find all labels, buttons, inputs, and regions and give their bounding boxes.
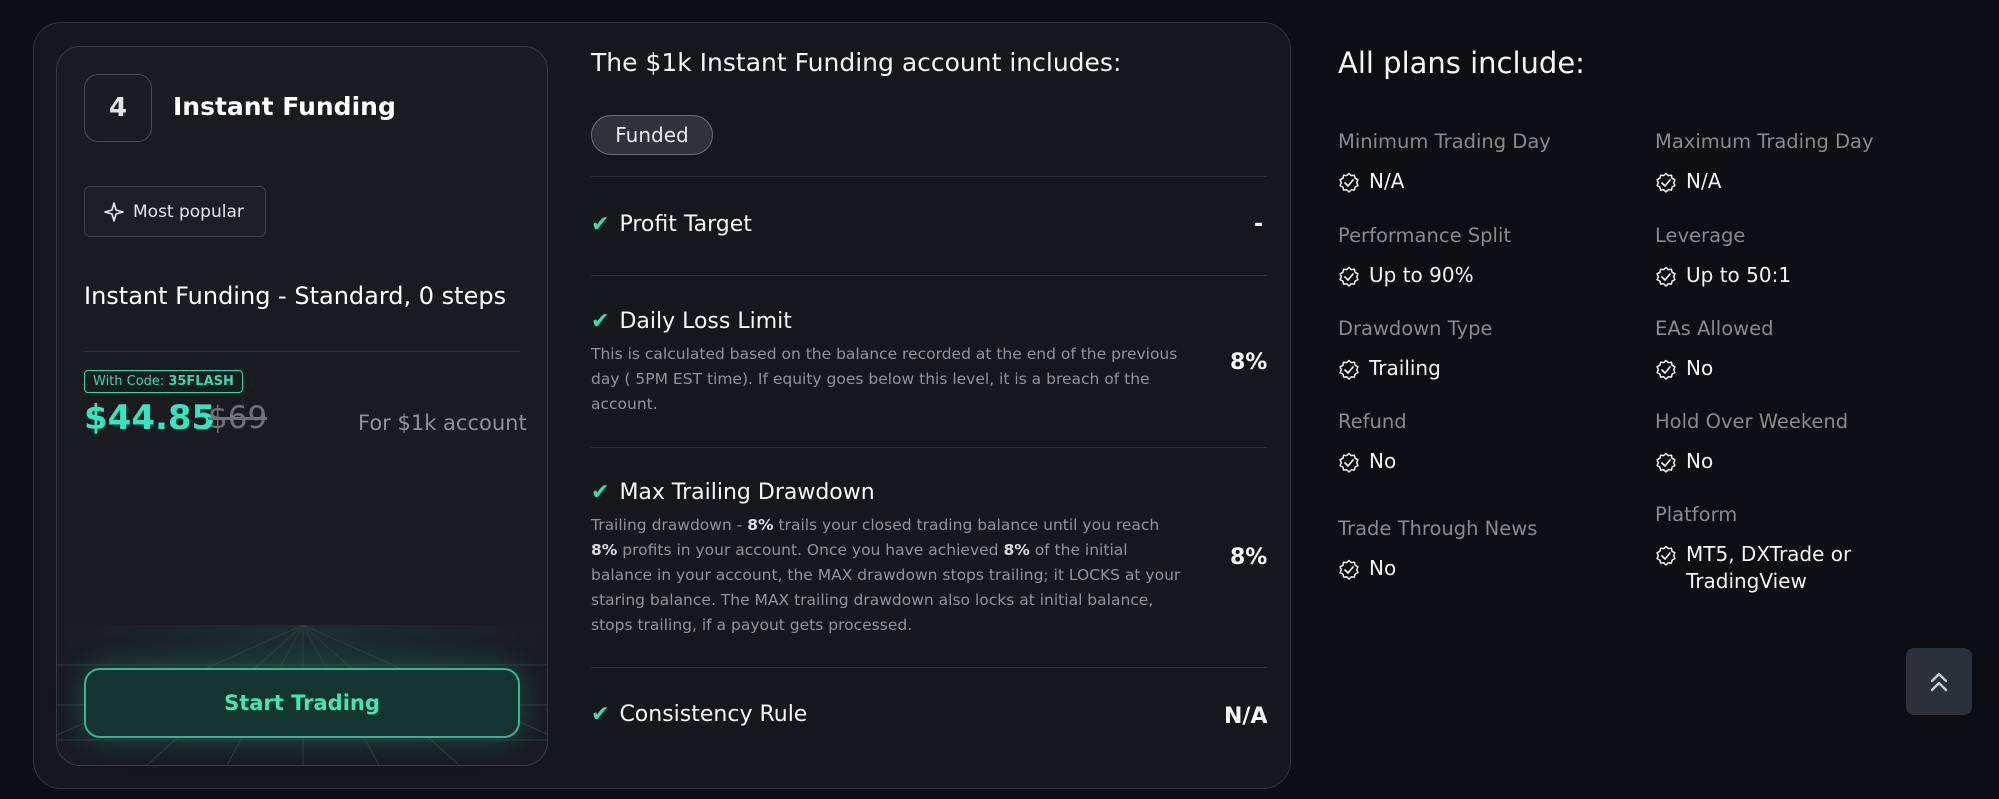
feature-value: Up to 50:1 [1655, 262, 1791, 289]
original-price: $69 [208, 400, 268, 436]
divider [591, 176, 1267, 177]
feature-label: Hold Over Weekend [1655, 410, 1849, 433]
most-popular-badge: Most popular [84, 186, 266, 237]
check-icon: ✔ [591, 480, 610, 505]
rule-row-consistency-rule: ✔ Consistency Rule [591, 702, 807, 727]
rule-row-max-trailing-drawdown: ✔ Max Trailing Drawdown [591, 480, 875, 505]
divider [84, 351, 520, 352]
feature-value: Up to 90% [1338, 262, 1474, 289]
includes-title: The $1k Instant Funding account includes… [591, 48, 1122, 77]
rule-value: 8% [1230, 545, 1268, 570]
check-circle-icon [1339, 172, 1359, 193]
plan-title: Instant Funding [173, 92, 396, 121]
feature-value: No [1338, 555, 1396, 582]
rule-value: - [1254, 212, 1264, 237]
rule-title: Profit Target [619, 212, 752, 237]
divider [591, 667, 1267, 668]
page: 4 Instant Funding Most popular Instant F… [0, 0, 1999, 799]
feature-label: EAs Allowed [1655, 317, 1774, 340]
feature-label: Platform [1655, 503, 1738, 526]
rule-row-profit-target: ✔ Profit Target [591, 212, 752, 237]
check-circle-icon [1339, 559, 1359, 580]
promo-code: 35FLASH [168, 374, 234, 389]
feature-label: Refund [1338, 410, 1407, 433]
feature-value: N/A [1338, 168, 1404, 195]
rule-value: N/A [1224, 704, 1268, 729]
double-chevron-up-icon [1930, 672, 1948, 691]
check-circle-icon [1656, 359, 1676, 380]
rule-description: Trailing drawdown - 8% trails your close… [591, 516, 1181, 634]
promo-code-badge: With Code: 35FLASH [84, 370, 243, 393]
check-icon: ✔ [591, 309, 610, 334]
sparkle-icon [104, 201, 124, 222]
start-trading-button[interactable]: Start Trading [84, 668, 520, 738]
check-icon: ✔ [591, 212, 610, 237]
feature-label: Performance Split [1338, 224, 1512, 247]
rule-row-daily-loss-limit: ✔ Daily Loss Limit [591, 309, 792, 334]
rule-title: Max Trailing Drawdown [619, 480, 875, 505]
feature-value: MT5, DXTrade or TradingView [1655, 541, 1851, 595]
feature-label: Trade Through News [1338, 517, 1538, 540]
feature-value: Trailing [1338, 355, 1441, 382]
check-circle-icon [1339, 266, 1359, 287]
feature-value: No [1338, 448, 1396, 475]
feature-label: Leverage [1655, 224, 1746, 247]
feature-value: N/A [1655, 168, 1721, 195]
most-popular-label: Most popular [133, 201, 244, 222]
check-circle-icon [1656, 172, 1676, 193]
divider [591, 447, 1267, 448]
check-circle-icon [1339, 359, 1359, 380]
feature-value: No [1655, 448, 1713, 475]
all-plans-title: All plans include: [1338, 46, 1585, 80]
rule-title: Consistency Rule [619, 702, 808, 727]
feature-label: Maximum Trading Day [1655, 130, 1874, 153]
plan-description: Instant Funding - Standard, 0 steps [84, 282, 507, 310]
divider [591, 275, 1267, 276]
account-size-label: For $1k account [358, 411, 527, 435]
check-circle-icon [1339, 452, 1359, 473]
check-icon: ✔ [591, 702, 610, 727]
check-circle-icon [1656, 545, 1676, 566]
discounted-price: $44.85 [84, 398, 216, 438]
feature-label: Drawdown Type [1338, 317, 1493, 340]
rule-value: 8% [1230, 350, 1268, 375]
funded-tag[interactable]: Funded [591, 115, 713, 155]
plan-number: 4 [84, 74, 152, 142]
rule-title: Daily Loss Limit [619, 309, 792, 334]
feature-label: Minimum Trading Day [1338, 130, 1551, 153]
feature-value: No [1655, 355, 1713, 382]
promo-code-label: With Code: [93, 374, 165, 389]
check-circle-icon [1656, 266, 1676, 287]
check-circle-icon [1656, 452, 1676, 473]
rule-description: This is calculated based on the balance … [591, 345, 1178, 413]
scroll-to-top-button[interactable] [1906, 648, 1972, 715]
